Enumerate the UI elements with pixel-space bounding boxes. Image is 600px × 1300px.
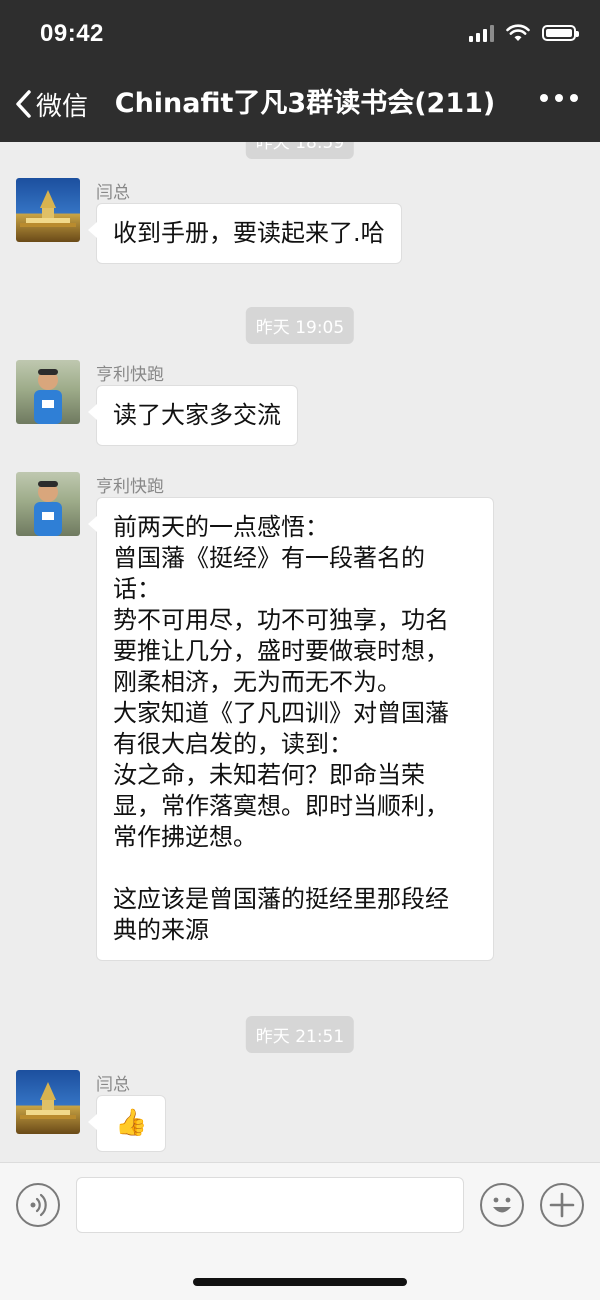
- message-input[interactable]: [76, 1177, 464, 1233]
- timestamp: 昨天 19:05: [245, 307, 355, 344]
- back-label: 微信: [36, 91, 89, 122]
- message-text: 势不可用尽，功不可独享，功名: [113, 606, 449, 634]
- voice-icon: [30, 1193, 47, 1217]
- cellular-signal-icon: [469, 24, 494, 42]
- thumbs-up-icon: 👍: [115, 1108, 148, 1138]
- plus-icon: [549, 1192, 575, 1218]
- message-text: 曾国藩《挺经》有一段著名的: [113, 544, 425, 572]
- message-text: 刚柔相济，无为而无不为。: [113, 668, 401, 696]
- message-text: 常作拂逆想。: [113, 823, 257, 851]
- chat-area[interactable]: 昨天 18:59 闫总 收到手册，要读起来了.哈 昨天 19:05 亨利快跑 读…: [0, 142, 600, 1162]
- avatar[interactable]: [16, 178, 80, 242]
- avatar[interactable]: [16, 472, 80, 536]
- message-text: 大家知道《了凡四训》对曾国藩: [113, 699, 449, 727]
- sender-name: 闫总: [96, 1075, 130, 1095]
- sender-name: 闫总: [96, 183, 130, 203]
- more-dots-icon[interactable]: [540, 94, 578, 102]
- wifi-icon: [506, 24, 530, 41]
- message: 亨利快跑 前两天的一点感悟： 曾国藩《挺经》有一段著名的 话： 势不可用尽，功不…: [16, 472, 584, 982]
- smiley-icon: [493, 1197, 511, 1213]
- message-text: 典的来源: [113, 916, 209, 944]
- message-text: [113, 853, 477, 884]
- message-text: 读了大家多交流: [113, 401, 281, 429]
- message-text: 这应该是曾国藩的挺经里那段经: [113, 885, 449, 913]
- back-button[interactable]: 微信: [14, 82, 88, 126]
- message-text: 汝之命，未知若何？即命当荣: [113, 761, 425, 789]
- sender-name: 亨利快跑: [96, 365, 164, 385]
- battery-icon: [542, 25, 579, 41]
- avatar[interactable]: [16, 1070, 80, 1134]
- timestamp: 昨天 21:51: [245, 1016, 355, 1053]
- message-text: 收到手册，要读起来了.哈: [113, 219, 385, 247]
- message-bubble[interactable]: 收到手册，要读起来了.哈: [88, 203, 402, 264]
- status-time: 09:42: [40, 20, 104, 47]
- message-text: 有很大启发的，读到：: [113, 730, 353, 758]
- voice-button[interactable]: [16, 1183, 60, 1227]
- top-bar: 09:42 微信 Chinafit了凡3群读书会(211): [0, 0, 600, 142]
- timestamp: 昨天 18:59: [245, 142, 355, 159]
- chevron-left-icon: [16, 90, 31, 118]
- message: 闫总 收到手册，要读起来了.哈: [16, 178, 584, 268]
- message-bubble[interactable]: 读了大家多交流: [88, 385, 298, 446]
- chat-title: Chinafit了凡3群读书会(211): [114, 88, 496, 119]
- message-bubble[interactable]: 👍: [87, 1095, 167, 1152]
- message: 闫总 👍: [16, 1070, 584, 1162]
- message: 亨利快跑 读了大家多交流: [16, 360, 584, 450]
- sender-name: 亨利快跑: [96, 477, 164, 497]
- status-icons: [469, 24, 579, 42]
- plus-button[interactable]: [540, 1183, 584, 1227]
- emoji-button[interactable]: [480, 1183, 524, 1227]
- message-text: 显，常作落寞想。即时当顺利，: [113, 792, 449, 820]
- message-bubble[interactable]: 前两天的一点感悟： 曾国藩《挺经》有一段著名的 话： 势不可用尽，功不可独享，功…: [88, 497, 494, 961]
- message-text: 要推让几分，盛时要做衰时想，: [113, 637, 449, 665]
- message-text: 前两天的一点感悟：: [113, 513, 329, 541]
- message-text: 话：: [113, 575, 161, 603]
- avatar[interactable]: [16, 360, 80, 424]
- home-indicator[interactable]: [193, 1278, 407, 1286]
